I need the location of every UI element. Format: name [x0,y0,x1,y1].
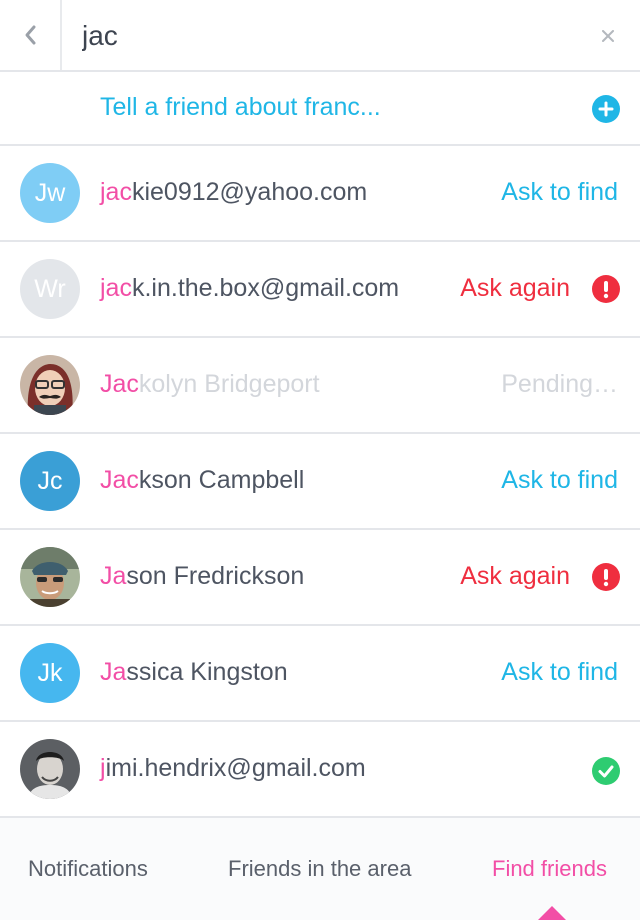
name-rest: kie0912@yahoo.com [131,178,368,206]
alert-icon [592,275,620,303]
name-rest: imi.hendrix@gmail.com [105,754,366,782]
contact-name: Jason Fredrickson [100,562,304,591]
pending-status: Pending… [501,370,618,398]
match-highlight: jac [100,274,132,302]
avatar-photo [20,355,80,415]
result-row: Jackolyn Bridgeport Pending… [0,338,640,434]
person-photo-icon [20,547,80,607]
name-rest: kson Campbell [138,466,305,494]
result-row: Jason Fredrickson Ask again [0,530,640,626]
result-row: Jc Jackson Campbell Ask to find [0,434,640,530]
active-tab-indicator [538,906,566,920]
tell-a-friend-label: Tell a friend about franc... [100,93,381,121]
avatar-initials: Jc [37,466,63,495]
result-row: Jk Jassica Kingston Ask to find [0,626,640,722]
avatar: Wr [20,259,80,319]
name-rest: ssica Kingston [126,658,288,686]
contact-name: Jassica Kingston [100,658,288,687]
ask-to-find-button[interactable]: Ask to find [501,466,618,495]
chevron-left-icon [25,25,36,45]
avatar-initials: Jw [34,178,66,207]
match-highlight: Jac [100,466,139,494]
ask-again-button[interactable]: Ask again [460,562,570,591]
name-rest: k.in.the.box@gmail.com [131,274,400,302]
avatar-initials: Wr [34,274,66,303]
contact-name: Jackson Campbell [100,466,304,495]
search-bar [0,0,640,72]
tab-bar: Notifications Friends in the area Find f… [0,816,640,920]
match-highlight: jac [100,178,132,206]
avatar: Jc [20,451,80,511]
avatar: Jw [20,163,80,223]
match-highlight: Jac [100,370,139,398]
name-rest: son Fredrickson [126,562,305,590]
person-photo-icon [20,355,80,415]
avatar: Jk [20,643,80,703]
contact-name: Jackolyn Bridgeport [100,370,320,399]
ask-again-button[interactable]: Ask again [460,274,570,303]
avatar-initials: Jk [37,658,63,687]
name-rest: kolyn Bridgeport [138,370,320,398]
result-row: Jw jackie0912@yahoo.com Ask to find [0,146,640,242]
avatar-photo [20,739,80,799]
plus-circle-icon[interactable] [592,95,620,123]
tell-a-friend-row[interactable]: Tell a friend about franc... [0,72,640,146]
result-row: jimi.hendrix@gmail.com [0,722,640,818]
avatar-photo [20,547,80,607]
search-input[interactable] [82,14,562,58]
clear-search-button[interactable] [598,26,618,46]
tab-notifications[interactable]: Notifications [28,856,148,882]
match-highlight: Ja [100,658,127,686]
ask-to-find-button[interactable]: Ask to find [501,178,618,207]
person-photo-icon [20,739,80,799]
ask-to-find-button[interactable]: Ask to find [501,658,618,687]
check-circle-icon [592,757,620,785]
close-icon [602,30,614,42]
back-button[interactable] [0,0,62,70]
result-row: Wr jack.in.the.box@gmail.com Ask again [0,242,640,338]
tab-find-friends[interactable]: Find friends [492,856,607,882]
contact-name: jimi.hendrix@gmail.com [100,754,366,783]
contact-name: jack.in.the.box@gmail.com [100,274,399,303]
alert-icon [592,563,620,591]
contact-name: jackie0912@yahoo.com [100,178,367,207]
tab-friends-in-the-area[interactable]: Friends in the area [228,856,411,882]
match-highlight: Ja [100,562,127,590]
